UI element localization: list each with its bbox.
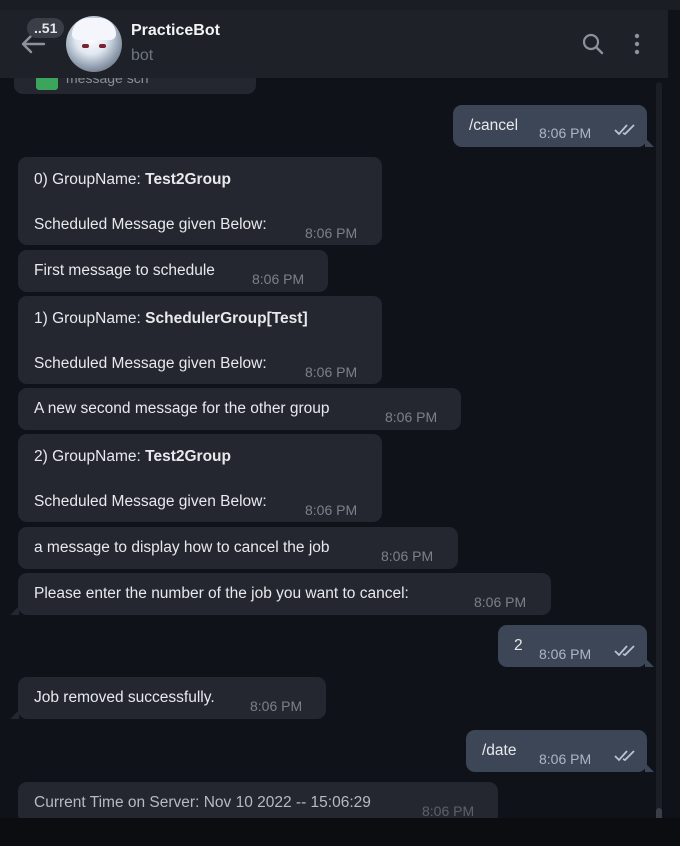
message-text-line2: Scheduled Message given Below:	[34, 216, 267, 233]
message-text: Please enter the number of the job you w…	[34, 585, 409, 602]
group-name: Test2Group	[145, 448, 231, 465]
message-text: 0) GroupName: Test2Group	[34, 169, 231, 191]
message-prefix: 0) GroupName:	[34, 171, 146, 188]
chat-title[interactable]: PracticeBot	[131, 22, 220, 40]
double-check-icon	[614, 124, 635, 136]
incoming-message[interactable]: 0) GroupName: Test2Group Scheduled Messa…	[18, 157, 382, 245]
outgoing-message[interactable]: /date 8:06 PM	[466, 730, 654, 772]
double-check-icon	[614, 645, 635, 657]
outgoing-message[interactable]: /cancel 8:06 PM	[453, 105, 654, 147]
message-text: A new second message for the other group	[34, 400, 330, 417]
message-text: 1) GroupName: SchedulerGroup[Test]	[34, 308, 308, 330]
message-text: /cancel	[469, 117, 519, 134]
incoming-message[interactable]: Please enter the number of the job you w…	[10, 573, 551, 615]
partial-message-text: message sch	[66, 78, 149, 86]
message-text: 2) GroupName: Test2Group	[34, 446, 231, 468]
message-time: 8:06 PM	[539, 646, 592, 662]
message-text: Job removed successfully.	[34, 689, 215, 706]
message-time: 8:06 PM	[381, 548, 434, 564]
message-text: a message to display how to cancel the j…	[34, 539, 330, 556]
message-time: 8:06 PM	[539, 751, 592, 767]
message-time: 8:06 PM	[474, 594, 527, 610]
chat-subtitle: bot	[131, 47, 154, 64]
incoming-message[interactable]: Current Time on Server: Nov 10 2022 -- 1…	[18, 782, 498, 818]
message-prefix: 1) GroupName:	[34, 310, 146, 327]
incoming-message[interactable]: a message to display how to cancel the j…	[18, 527, 458, 569]
incoming-message[interactable]: A new second message for the other group…	[18, 388, 461, 430]
incoming-message[interactable]: First message to schedule 8:06 PM	[18, 250, 328, 292]
message-time: 8:06 PM	[305, 225, 358, 241]
message-time: 8:06 PM	[252, 271, 305, 287]
message-time: 8:06 PM	[250, 698, 303, 714]
message-text-line2: Scheduled Message given Below:	[34, 355, 267, 372]
more-vert-icon[interactable]	[628, 32, 646, 56]
message-list[interactable]: message sch /cancel 8:06 PM 0) GroupName…	[0, 78, 668, 818]
chat-header: ..51 PracticeBot bot	[0, 10, 668, 79]
message-text: First message to schedule	[34, 262, 215, 279]
bottom-bar	[0, 818, 680, 846]
avatar[interactable]	[66, 16, 122, 72]
double-check-icon	[614, 750, 635, 762]
message-text: 2	[514, 637, 523, 654]
message-text: /date	[482, 742, 517, 759]
outgoing-message[interactable]: 2 8:06 PM	[498, 625, 654, 667]
message-time: 8:06 PM	[422, 803, 475, 818]
message-time: 8:06 PM	[385, 409, 438, 425]
partial-message-bubble: message sch	[14, 78, 256, 94]
group-name: Test2Group	[145, 171, 231, 188]
attachment-icon	[36, 78, 58, 90]
message-time: 8:06 PM	[305, 502, 358, 518]
scrollbar[interactable]	[656, 82, 662, 832]
unread-badge[interactable]: ..51	[27, 18, 65, 38]
incoming-message[interactable]: 1) GroupName: SchedulerGroup[Test] Sched…	[18, 296, 382, 384]
message-time: 8:06 PM	[539, 125, 592, 141]
incoming-message[interactable]: 2) GroupName: Test2Group Scheduled Messa…	[18, 434, 382, 522]
group-name: SchedulerGroup[Test]	[145, 310, 308, 327]
incoming-message[interactable]: Job removed successfully. 8:06 PM	[10, 677, 326, 719]
message-text-line2: Scheduled Message given Below:	[34, 493, 267, 510]
message-prefix: 2) GroupName:	[34, 448, 146, 465]
search-icon[interactable]	[581, 32, 605, 56]
window-top-strip	[0, 0, 680, 10]
message-time: 8:06 PM	[305, 364, 358, 380]
message-text: Current Time on Server: Nov 10 2022 -- 1…	[34, 794, 371, 811]
